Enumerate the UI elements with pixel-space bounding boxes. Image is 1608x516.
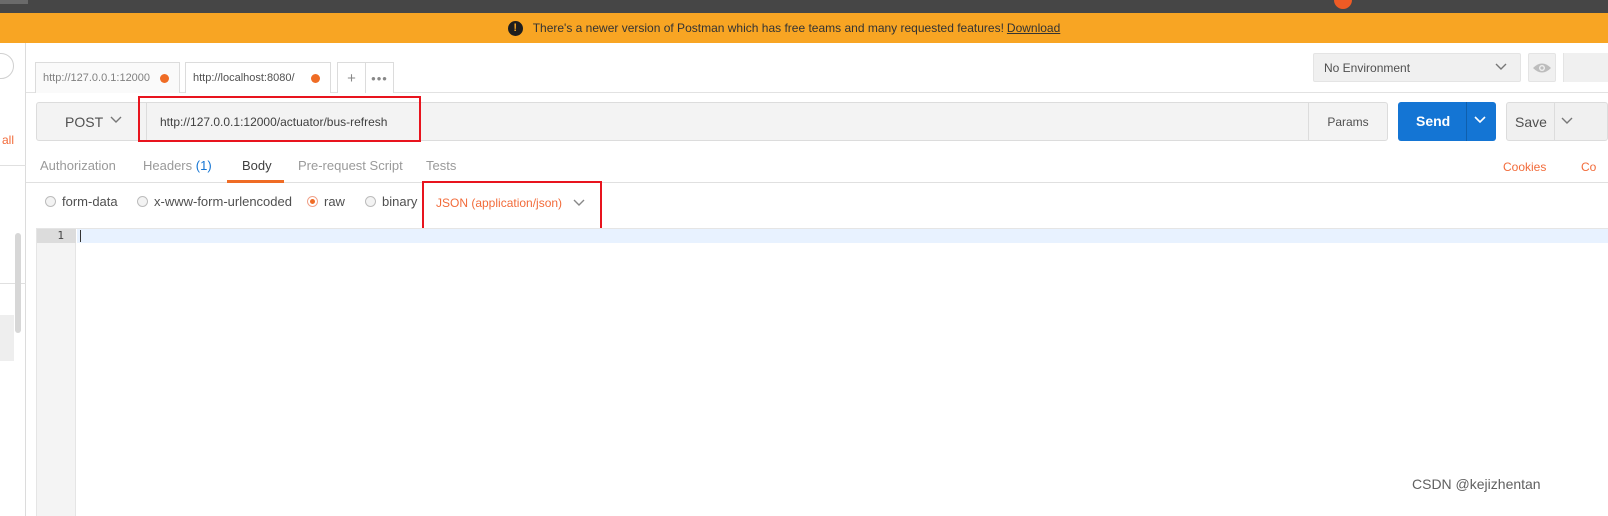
tab-body[interactable]: Body — [242, 158, 272, 173]
radio-icon — [365, 196, 376, 207]
chevron-down-icon — [110, 116, 122, 123]
new-tab-button[interactable]: + — [337, 62, 366, 93]
active-line — [77, 229, 1608, 243]
body-type-urlencoded[interactable]: x-www-form-urlencoded — [137, 194, 292, 209]
request-tab-active[interactable]: http://localhost:8080/ — [185, 62, 331, 93]
urlencoded-label: x-www-form-urlencoded — [154, 194, 292, 209]
line-number: 1 — [37, 229, 76, 243]
more-tabs-button[interactable]: ••• — [365, 62, 394, 93]
save-label: Save — [1515, 114, 1547, 130]
sidebar-scrollbar[interactable] — [15, 233, 21, 333]
params-button[interactable]: Params — [1308, 103, 1387, 140]
send-label: Send — [1416, 113, 1451, 129]
unsaved-dot-icon — [160, 74, 169, 83]
form-data-label: form-data — [62, 194, 118, 209]
binary-label: binary — [382, 194, 418, 209]
radio-selected-icon — [307, 196, 318, 207]
download-link[interactable]: Download — [1007, 21, 1060, 35]
unsaved-dot-icon — [311, 74, 320, 83]
headers-count-badge: (1) — [195, 158, 212, 173]
active-tab-indicator — [227, 180, 284, 183]
sidebar-all-link[interactable]: all — [2, 133, 14, 147]
sidebar-divider — [0, 165, 26, 166]
body-editor[interactable]: 1 — [36, 228, 1608, 516]
save-divider — [1554, 103, 1555, 140]
method-select[interactable]: POST — [37, 103, 147, 140]
save-button[interactable]: Save — [1506, 102, 1608, 141]
code-link[interactable]: Co — [1581, 160, 1596, 174]
tab-headers-label: Headers — [143, 158, 193, 173]
sidebar-selected-item[interactable] — [0, 315, 14, 361]
send-button[interactable]: Send — [1398, 102, 1496, 141]
request-tab-label: http://127.0.0.1:12000 — [43, 72, 151, 84]
chevron-down-icon[interactable] — [1473, 113, 1487, 127]
body-type-raw[interactable]: raw — [307, 194, 345, 209]
update-banner: ! There's a newer version of Postman whi… — [0, 13, 1608, 43]
body-type-binary[interactable]: binary — [365, 194, 417, 209]
radio-icon — [137, 196, 148, 207]
eye-icon — [1533, 63, 1551, 72]
sidebar-divider — [0, 283, 26, 284]
window-top-bar — [0, 0, 1608, 13]
tab-prerequest-script[interactable]: Pre-request Script — [298, 158, 403, 173]
request-tab-label: http://localhost:8080/ — [193, 72, 295, 84]
environment-select[interactable]: No Environment — [1313, 53, 1521, 82]
request-subtabs: Authorization Headers (1) Body Pre-reque… — [26, 150, 1608, 183]
environment-value: No Environment — [1324, 60, 1411, 75]
settings-stub[interactable] — [1563, 53, 1608, 82]
editor-gutter: 1 — [37, 229, 76, 516]
warning-icon: ! — [507, 20, 523, 36]
sidebar-circle-button[interactable] — [0, 53, 14, 79]
window-tab-stub — [0, 0, 28, 4]
request-tab[interactable]: http://127.0.0.1:12000 — [35, 62, 180, 93]
chevron-down-icon[interactable] — [1560, 114, 1574, 128]
banner-message: There's a newer version of Postman which… — [532, 21, 1004, 35]
highlight-box-url — [138, 96, 421, 142]
tab-tests[interactable]: Tests — [426, 158, 456, 173]
body-type-form-data[interactable]: form-data — [45, 194, 118, 209]
body-type-options: form-data x-www-form-urlencoded raw bina… — [26, 184, 1608, 224]
raw-label: raw — [324, 194, 345, 209]
chevron-down-icon — [1495, 63, 1507, 70]
method-value: POST — [65, 113, 104, 130]
cookies-link[interactable]: Cookies — [1503, 160, 1546, 174]
watermark: CSDN @kejizhentan — [1412, 476, 1541, 492]
notification-dot[interactable] — [1334, 0, 1352, 9]
radio-icon — [45, 196, 56, 207]
send-divider — [1466, 102, 1467, 141]
text-cursor — [80, 230, 81, 242]
environment-quick-look-button[interactable] — [1528, 53, 1556, 82]
tab-authorization[interactable]: Authorization — [40, 158, 116, 173]
tab-headers[interactable]: Headers (1) — [143, 158, 212, 173]
sidebar: all — [0, 43, 26, 516]
